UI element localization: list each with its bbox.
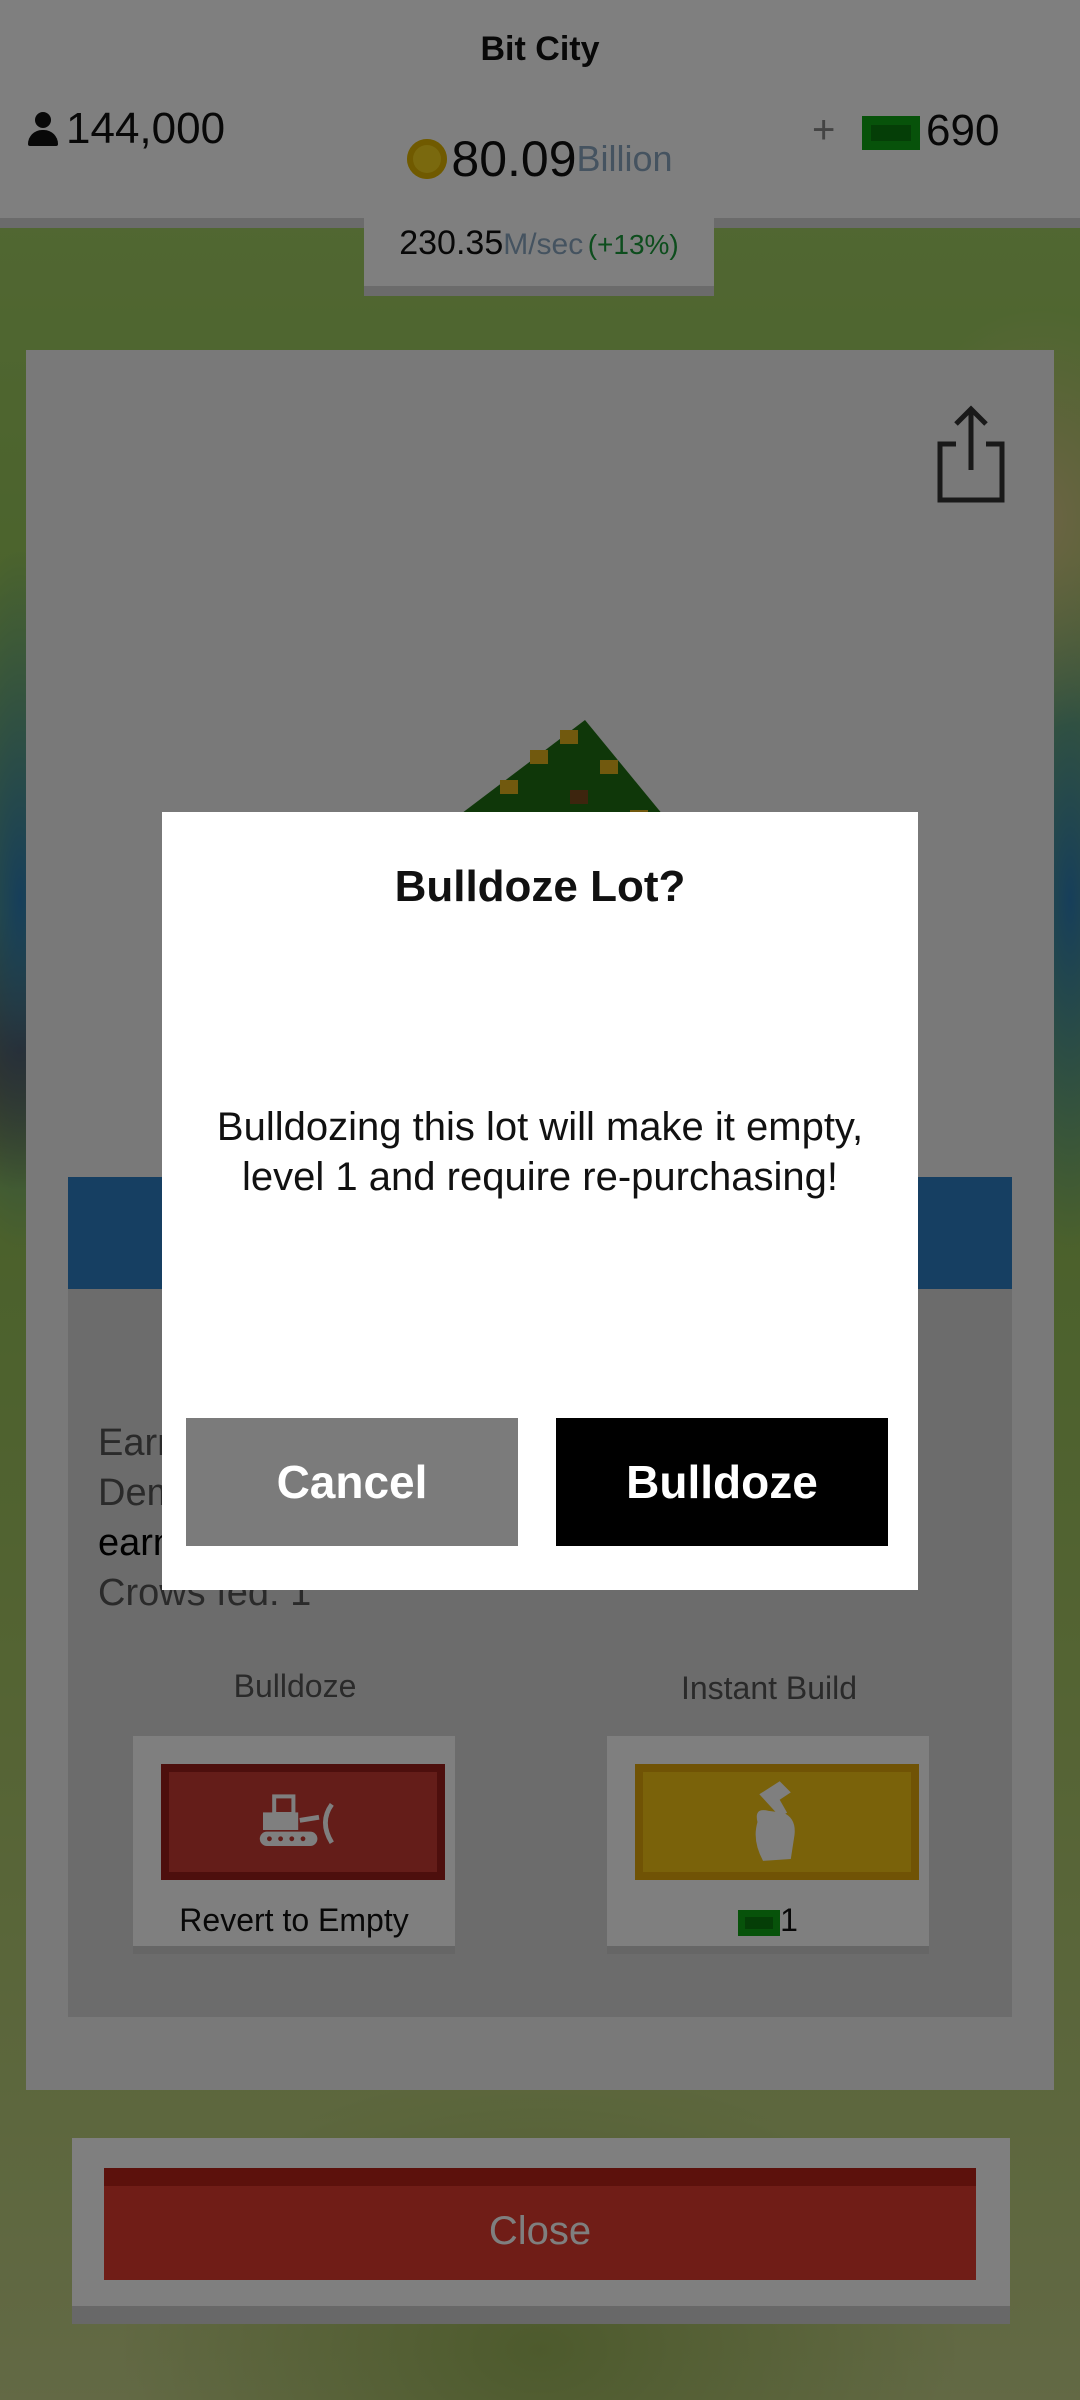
dialog-title: Bulldoze Lot? xyxy=(394,862,686,911)
cancel-button[interactable]: Cancel xyxy=(186,1418,518,1546)
confirm-bulldoze-button[interactable]: Bulldoze xyxy=(556,1418,888,1546)
dialog-message: Bulldozing this lot will make it empty, … xyxy=(216,1105,864,1199)
bulldoze-dialog: Bulldoze Lot? Bulldozing this lot will m… xyxy=(162,812,918,1590)
